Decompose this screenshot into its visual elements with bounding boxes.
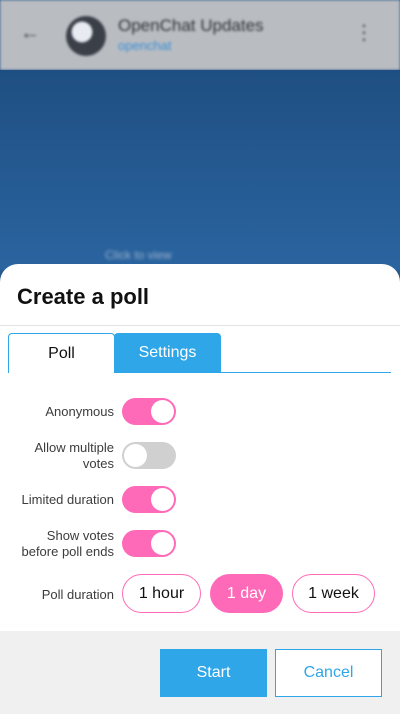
kebab-menu-icon: ⋮ (354, 22, 374, 44)
create-poll-sheet: Create a poll Poll Settings Anonymous Al… (0, 264, 400, 714)
duration-1-day-button[interactable]: 1 day (210, 574, 283, 613)
tab-poll[interactable]: Poll (8, 333, 115, 373)
show-votes-label: Show votes before poll ends (21, 528, 114, 560)
duration-1-hour-button[interactable]: 1 hour (122, 574, 201, 613)
toggle-knob (151, 532, 174, 555)
poll-duration-label: Poll duration (41, 587, 114, 602)
avatar (66, 16, 106, 56)
anonymous-label: Anonymous (45, 404, 114, 419)
start-button[interactable]: Start (160, 649, 267, 697)
tab-bar: Poll Settings (8, 333, 391, 373)
toggle-knob (151, 488, 174, 511)
duration-1-week-button[interactable]: 1 week (292, 574, 375, 613)
allow-multiple-label-line2: votes (82, 456, 114, 471)
background-content: Click to view (0, 70, 400, 270)
page-title: Create a poll (17, 284, 150, 309)
allow-multiple-votes-toggle[interactable] (122, 442, 176, 469)
allow-multiple-votes-label: Allow multiple votes (35, 440, 114, 472)
limited-duration-label: Limited duration (21, 492, 115, 507)
toggle-knob (151, 400, 174, 423)
chat-subtitle: openchat (118, 38, 172, 53)
show-votes-toggle[interactable] (122, 530, 176, 557)
cancel-button[interactable]: Cancel (275, 649, 382, 697)
background-hint: Click to view (105, 248, 172, 262)
toggle-knob (124, 444, 147, 467)
background-header: ← OpenChat Updates openchat ⋮ (0, 0, 400, 70)
tab-settings[interactable]: Settings (114, 333, 221, 373)
show-votes-label-line2: before poll ends (21, 544, 114, 559)
allow-multiple-label-line1: Allow multiple (34, 440, 114, 455)
back-arrow-icon: ← (20, 22, 40, 44)
chat-title: OpenChat Updates (118, 16, 264, 35)
dialog-footer: Start Cancel (0, 631, 400, 714)
anonymous-toggle[interactable] (122, 398, 176, 425)
limited-duration-toggle[interactable] (122, 486, 176, 513)
divider (0, 325, 400, 326)
show-votes-label-line1: Show votes (46, 528, 114, 543)
